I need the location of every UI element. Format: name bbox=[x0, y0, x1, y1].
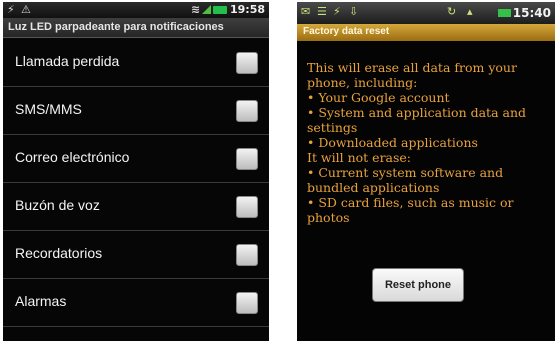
status-time: 15:40 bbox=[512, 6, 551, 20]
signal-icon: ▴ bbox=[467, 5, 473, 18]
left-phone-screen: ⚡ ⚠ ≋ 19:58 Luz LED parpadeante para not… bbox=[3, 2, 269, 341]
reset-phone-button[interactable]: Reset phone bbox=[372, 268, 464, 302]
setting-label: SMS/MMS bbox=[15, 101, 82, 117]
dialog-title: Factory data reset bbox=[297, 24, 555, 41]
intro-text: This will erase all data from your phone… bbox=[307, 60, 517, 90]
setting-label: Buzón de voz bbox=[15, 197, 100, 213]
sync-icon: ↻ bbox=[447, 5, 457, 18]
checkbox[interactable] bbox=[236, 244, 258, 266]
screen-title: Luz LED parpadeante para notificaciones bbox=[3, 18, 269, 38]
setting-label: Recordatorios bbox=[15, 245, 103, 261]
status-time: 19:58 bbox=[229, 3, 265, 16]
checkbox[interactable] bbox=[236, 196, 258, 218]
signal-icon bbox=[202, 5, 211, 14]
download-icon: ⇩ bbox=[349, 5, 359, 18]
setting-row-recordatorios[interactable]: Recordatorios bbox=[3, 231, 269, 279]
setting-label: Correo electrónico bbox=[15, 149, 130, 165]
usb-icon: ⚡ bbox=[333, 5, 341, 18]
wifi-icon: ≋ bbox=[191, 3, 201, 16]
setting-row-llamada-perdida[interactable]: Llamada perdida bbox=[3, 39, 269, 87]
erase-item: • Your Google account bbox=[307, 90, 450, 105]
warning-icon: ⚠ bbox=[21, 3, 31, 16]
checkbox[interactable] bbox=[236, 292, 258, 314]
status-bar: ⚡ ⚠ ≋ 19:58 bbox=[3, 2, 269, 18]
not-erase-heading: It will not erase: bbox=[307, 150, 412, 165]
status-bar: ✉ ☰ ⚡ ⇩ ↻ ▴ 15:40 bbox=[297, 2, 555, 24]
notification-settings-list: Llamada perdida SMS/MMS Correo electróni… bbox=[3, 39, 269, 327]
battery-icon bbox=[213, 6, 227, 14]
usb-icon: ⚡ bbox=[7, 3, 15, 16]
erase-item: • System and application data and settin… bbox=[307, 105, 526, 135]
checkbox[interactable] bbox=[236, 52, 258, 74]
battery-icon bbox=[498, 9, 511, 17]
setting-label: Alarmas bbox=[15, 293, 67, 309]
notification-icon: ☰ bbox=[317, 5, 327, 18]
setting-label: Llamada perdida bbox=[15, 53, 120, 69]
setting-row-sms-mms[interactable]: SMS/MMS bbox=[3, 87, 269, 135]
erase-item: • Downloaded applications bbox=[307, 135, 478, 150]
notification-icon: ✉ bbox=[301, 5, 311, 18]
setting-row-correo-electronico[interactable]: Correo electrónico bbox=[3, 135, 269, 183]
setting-row-buzon-de-voz[interactable]: Buzón de voz bbox=[3, 183, 269, 231]
right-phone-screen: ✉ ☰ ⚡ ⇩ ↻ ▴ 15:40 Factory data reset Thi… bbox=[297, 2, 555, 341]
keep-item: • SD card files, such as music or photos bbox=[307, 195, 514, 225]
checkbox[interactable] bbox=[236, 148, 258, 170]
setting-row-alarmas[interactable]: Alarmas bbox=[3, 279, 269, 327]
reset-warning-text: This will erase all data from your phone… bbox=[307, 60, 547, 225]
keep-item: • Current system software and bundled ap… bbox=[307, 165, 504, 195]
checkbox[interactable] bbox=[236, 100, 258, 122]
